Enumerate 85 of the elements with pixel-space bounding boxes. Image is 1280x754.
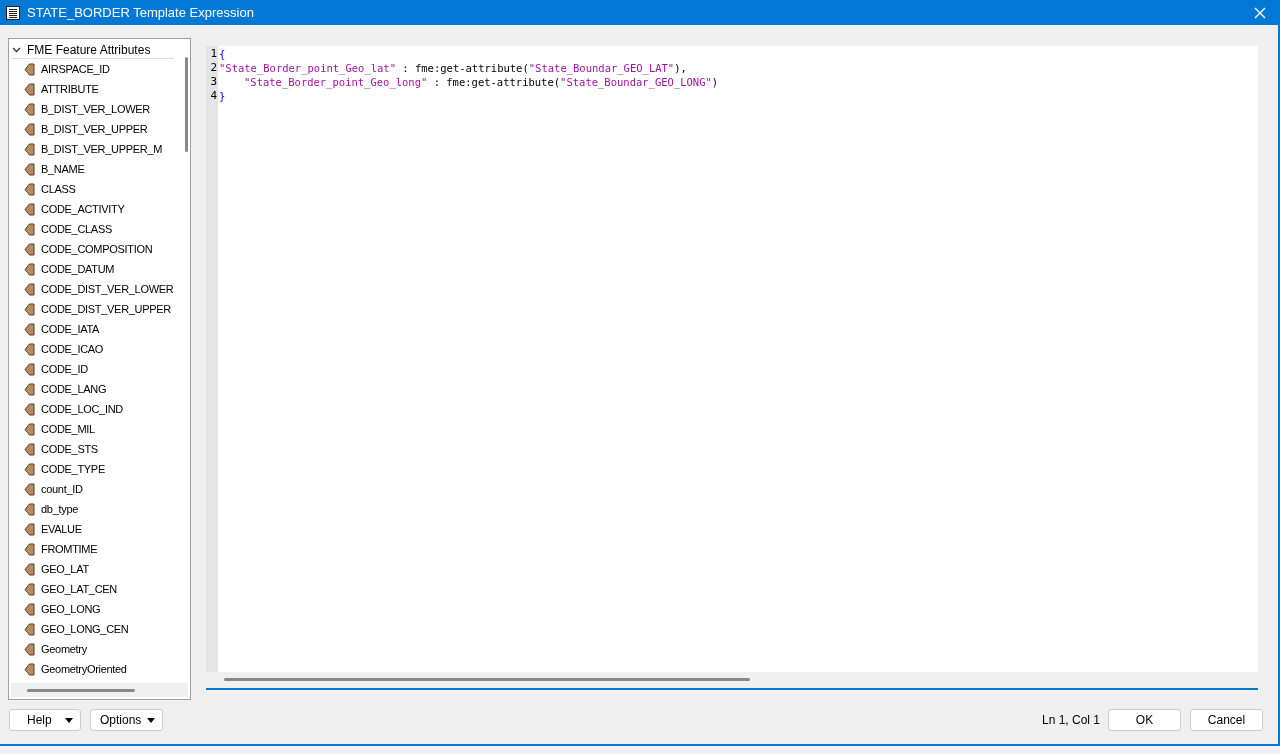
line-number: 1 [209, 47, 218, 61]
attribute-icon [24, 662, 35, 676]
attribute-item[interactable]: B_DIST_VER_UPPER [41, 120, 148, 138]
tree-header[interactable]: FME Feature Attributes [27, 40, 151, 59]
attribute-item[interactable]: B_NAME [41, 160, 85, 178]
attribute-icon [24, 542, 35, 556]
attribute-item[interactable]: CODE_ICAO [41, 340, 104, 358]
attribute-icon [24, 62, 35, 76]
attribute-icon [24, 242, 35, 256]
attribute-icon [24, 382, 35, 396]
attribute-item[interactable]: B_DIST_VER_LOWER [41, 100, 150, 118]
code-line: "State_Border_point_Geo_long" : fme:get-attribute("State_Boundar_GEO_LONG") [244, 75, 719, 89]
attribute-item[interactable]: GEO_LAT_CEN [41, 580, 117, 598]
attribute-item[interactable]: db_type [41, 500, 79, 518]
attribute-icon [24, 162, 35, 176]
code-line: { [219, 47, 226, 61]
attribute-item[interactable]: count_ID [41, 480, 83, 498]
horizontal-scrollbar[interactable] [27, 689, 135, 692]
attribute-icon [24, 182, 35, 196]
attribute-icon [24, 322, 35, 336]
attribute-item[interactable]: CLASS [41, 180, 76, 198]
window-menu-icon[interactable] [6, 5, 20, 20]
attribute-item[interactable]: EVALUE [41, 520, 82, 538]
attribute-item[interactable]: Geometry [41, 640, 87, 658]
attribute-item[interactable]: CODE_DIST_VER_UPPER [41, 300, 171, 318]
attribute-item[interactable]: B_DIST_VER_UPPER_M [41, 140, 163, 158]
attribute-item[interactable]: CODE_TYPE [41, 460, 105, 478]
attribute-icon [24, 562, 35, 576]
attribute-icon [24, 442, 35, 456]
attribute-icon [24, 402, 35, 416]
attribute-item[interactable]: ATTRIBUTE [41, 80, 99, 98]
collapse-icon[interactable] [12, 45, 21, 54]
attribute-icon [24, 422, 35, 436]
attribute-icon [24, 502, 35, 516]
attribute-item[interactable]: CODE_ACTIVITY [41, 200, 125, 218]
attribute-item[interactable]: AIRSPACE_ID [41, 60, 110, 78]
attribute-item[interactable]: CODE_ID [41, 360, 88, 378]
attribute-item[interactable]: GEO_LAT [41, 560, 89, 578]
attribute-item[interactable]: CODE_IATA [41, 320, 99, 338]
horizontal-scrollbar[interactable] [224, 678, 750, 681]
attribute-icon [24, 362, 35, 376]
attribute-icon [24, 622, 35, 636]
attribute-icon [24, 342, 35, 356]
attribute-item[interactable]: GEO_LONG_CEN [41, 620, 129, 638]
caret-icon [147, 717, 155, 723]
attribute-icon [24, 602, 35, 616]
close-icon[interactable] [1254, 6, 1266, 19]
caret-icon [65, 717, 73, 723]
attribute-icon [24, 82, 35, 96]
attribute-item[interactable]: GEO_LONG [41, 600, 101, 618]
attribute-item[interactable]: CODE_LANG [41, 380, 107, 398]
attribute-item[interactable]: CODE_COMPOSITION [41, 240, 153, 258]
attribute-icon [24, 222, 35, 236]
line-number: 3 [209, 75, 218, 89]
cursor-position: Ln 1, Col 1 [1041, 712, 1100, 729]
attribute-item[interactable]: CODE_DIST_VER_LOWER [41, 280, 174, 298]
cancel-button[interactable]: Cancel [1190, 709, 1263, 731]
code-line: "State_Border_point_Geo_lat" : fme:get-attribute("State_Boundar_GEO_LAT"), [219, 61, 687, 75]
dropdown-button[interactable]: Help [9, 709, 81, 731]
line-number: 2 [209, 61, 218, 75]
attribute-icon [24, 122, 35, 136]
code-line: } [219, 89, 226, 103]
attribute-icon [24, 302, 35, 316]
line-number: 4 [209, 89, 218, 103]
vertical-scrollbar[interactable] [185, 57, 188, 152]
attribute-icon [24, 102, 35, 116]
dropdown-button[interactable]: Options [90, 709, 163, 731]
attribute-item[interactable]: CODE_STS [41, 440, 98, 458]
attribute-icon [24, 582, 35, 596]
attribute-icon [24, 262, 35, 276]
window-title: STATE_BORDER Template Expression [27, 3, 254, 22]
attribute-icon [24, 642, 35, 656]
attribute-icon [24, 522, 35, 536]
attribute-icon [24, 282, 35, 296]
ok-button[interactable]: OK [1108, 709, 1181, 731]
attribute-item[interactable]: CODE_MIL [41, 420, 95, 438]
attribute-item[interactable]: GeometryOriented [41, 660, 127, 678]
attribute-item[interactable]: CODE_CLASS [41, 220, 112, 238]
attribute-item[interactable]: FROMTIME [41, 540, 98, 558]
attribute-item[interactable]: CODE_DATUM [41, 260, 115, 278]
attribute-icon [24, 482, 35, 496]
attribute-item[interactable]: CODE_LOC_IND [41, 400, 123, 418]
attribute-icon [24, 142, 35, 156]
attribute-icon [24, 462, 35, 476]
attribute-icon [24, 202, 35, 216]
